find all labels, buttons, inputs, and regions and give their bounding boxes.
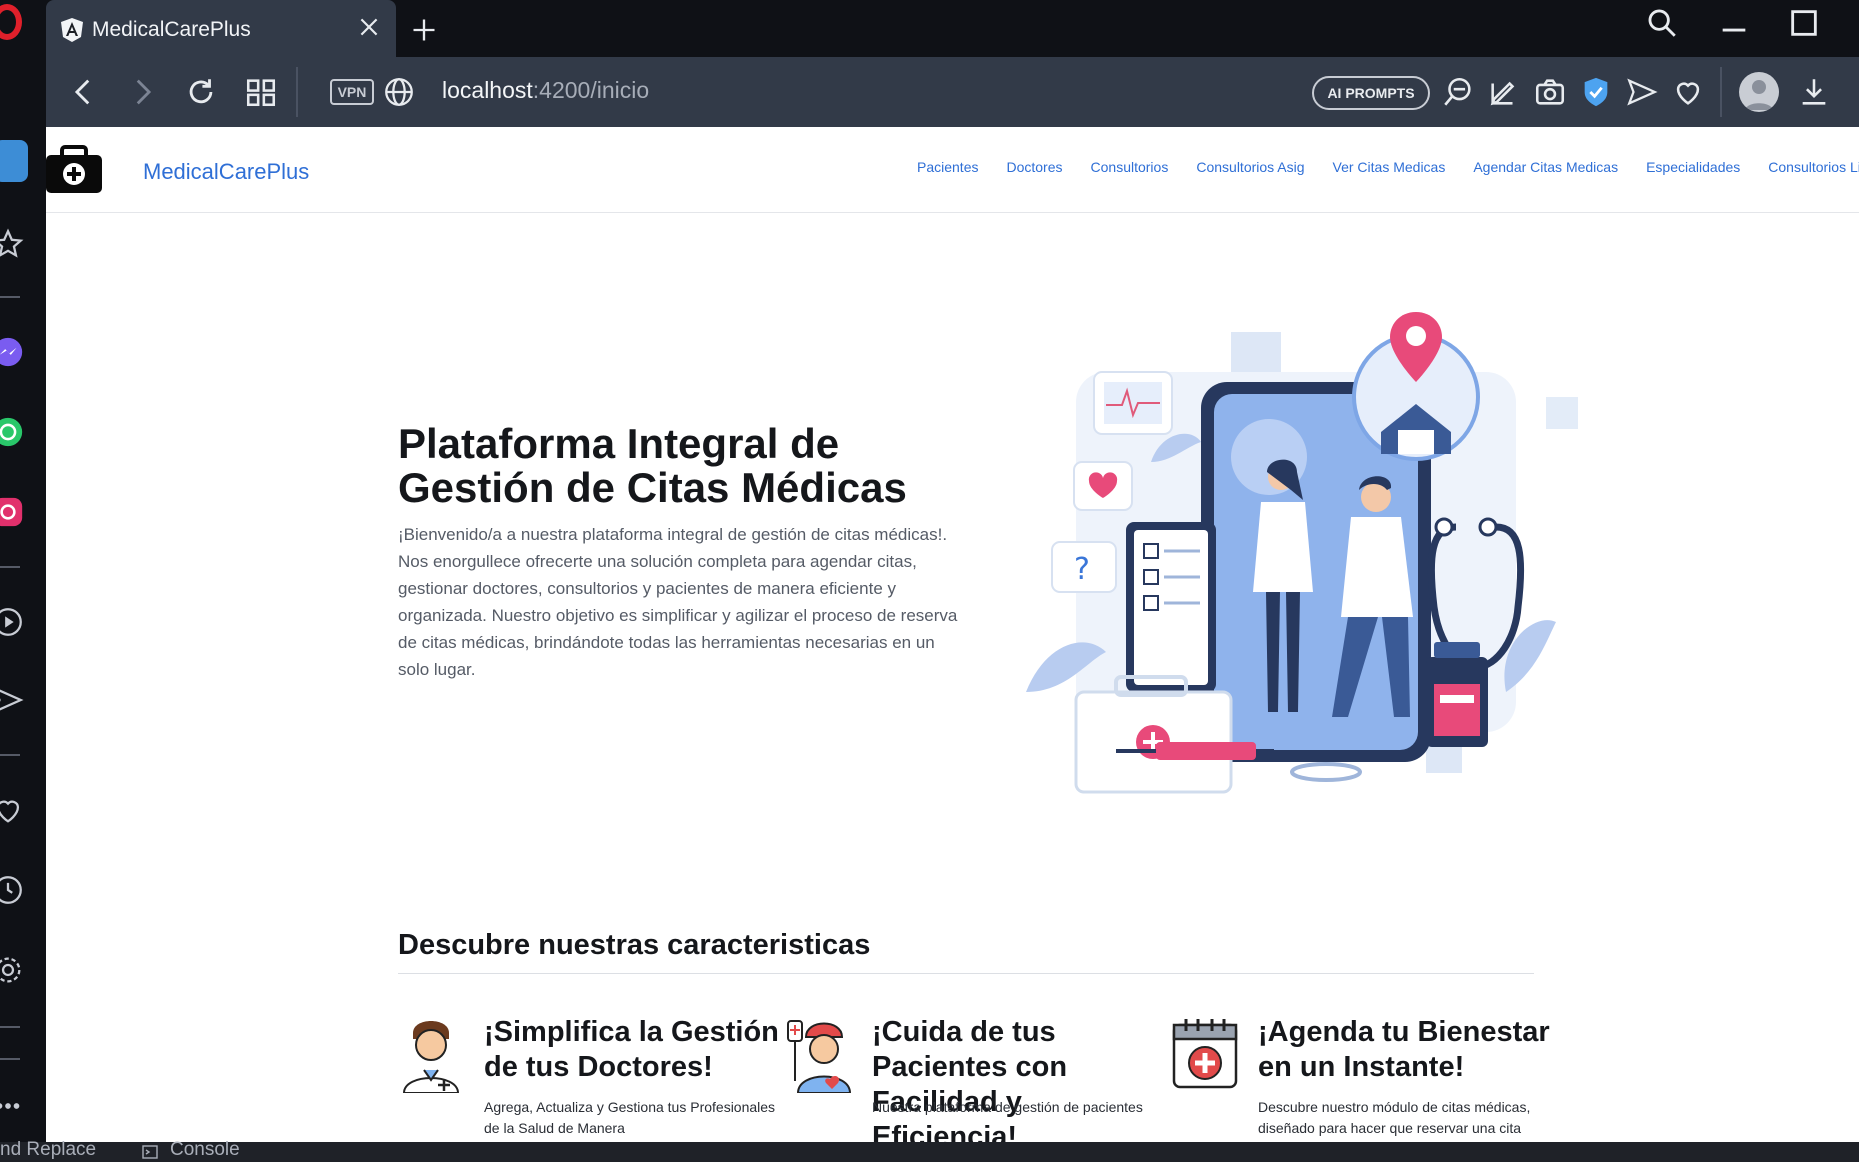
more-icon[interactable] bbox=[0, 1088, 26, 1124]
ai-prompts-button[interactable]: AI PROMPTS bbox=[1312, 76, 1430, 110]
patient-icon bbox=[787, 1020, 852, 1093]
new-tab-icon[interactable] bbox=[410, 16, 438, 44]
instagram-icon[interactable] bbox=[0, 494, 26, 530]
whatsapp-icon[interactable] bbox=[0, 414, 26, 450]
nav-menu: Pacientes Doctores Consultorios Consulto… bbox=[903, 151, 1859, 185]
back-icon[interactable] bbox=[67, 75, 101, 109]
tab-strip: MedicalCarePlus bbox=[46, 0, 1859, 57]
forward-icon[interactable] bbox=[125, 75, 159, 109]
history-icon[interactable] bbox=[0, 872, 26, 908]
gear-icon[interactable] bbox=[0, 952, 26, 988]
heart-icon[interactable] bbox=[1671, 75, 1705, 109]
tabs-grid-icon[interactable] bbox=[244, 75, 278, 109]
globe-icon[interactable] bbox=[382, 75, 416, 109]
section-divider bbox=[398, 973, 1534, 974]
web-page: MedicalCarePlus Pacientes Doctores Consu… bbox=[46, 127, 1859, 1142]
feature-title: ¡Simplifica la Gestión de tus Doctores! bbox=[484, 1016, 779, 1083]
browser-sidebar bbox=[0, 0, 46, 1142]
feature-title: ¡Agenda tu Bienestar en un Instante! bbox=[1258, 1016, 1550, 1083]
messenger-icon[interactable] bbox=[0, 334, 26, 370]
section-title: Descubre nuestras caracteristicas bbox=[398, 929, 871, 961]
feature-text: Descubre nuestro módulo de citas médicas… bbox=[1258, 1099, 1531, 1136]
site-navbar: MedicalCarePlus Pacientes Doctores Consu… bbox=[46, 127, 1859, 213]
opera-logo[interactable] bbox=[0, 4, 22, 40]
url-path: :4200/inicio bbox=[532, 77, 650, 103]
nav-link-especialidades[interactable]: Especialidades bbox=[1632, 151, 1754, 185]
medical-bag-icon[interactable] bbox=[46, 145, 102, 193]
download-icon[interactable] bbox=[1797, 75, 1831, 109]
camera-icon[interactable] bbox=[1533, 75, 1567, 109]
nav-link-consultorios-libres[interactable]: Consultorios Libr bbox=[1754, 151, 1859, 185]
edit-icon[interactable] bbox=[1487, 75, 1521, 109]
player-icon[interactable] bbox=[0, 604, 26, 640]
address-toolbar: VPN localhost:4200/inicio AI PROMPTS bbox=[46, 57, 1859, 127]
minimize-icon[interactable] bbox=[1717, 6, 1751, 40]
address-field[interactable]: localhost:4200/inicio bbox=[442, 77, 649, 104]
doctor-icon bbox=[402, 1021, 460, 1093]
url-host: localhost bbox=[442, 77, 533, 103]
feature-text: Agrega, Actualiza y Gestiona tus Profesi… bbox=[484, 1099, 776, 1136]
heart-icon[interactable] bbox=[0, 792, 26, 828]
star-icon[interactable] bbox=[0, 226, 26, 262]
svg-text:?: ? bbox=[1074, 552, 1090, 587]
maximize-icon[interactable] bbox=[1787, 6, 1821, 40]
shield-icon[interactable] bbox=[1579, 75, 1613, 109]
hero-title: Plataforma Integral de Gestión de Citas … bbox=[398, 420, 907, 511]
send-icon[interactable] bbox=[0, 682, 26, 718]
profile-avatar[interactable] bbox=[1739, 72, 1779, 112]
nav-link-consultorios-asig[interactable]: Consultorios Asig bbox=[1182, 151, 1318, 185]
send-icon[interactable] bbox=[1625, 75, 1659, 109]
devtools-console-tab[interactable]: Console bbox=[170, 1139, 240, 1161]
zoom-out-icon[interactable] bbox=[1441, 75, 1475, 109]
nav-link-pacientes[interactable]: Pacientes bbox=[903, 151, 992, 185]
nav-link-consultorios[interactable]: Consultorios bbox=[1077, 151, 1183, 185]
tab-title: MedicalCarePlus bbox=[92, 18, 251, 41]
vpn-badge[interactable]: VPN bbox=[330, 79, 374, 105]
medical-app-illustration: ? bbox=[1026, 312, 1578, 794]
nav-link-agendar-citas[interactable]: Agendar Citas Medicas bbox=[1459, 151, 1632, 185]
reload-icon[interactable] bbox=[184, 75, 218, 109]
feature-text: Nuestra plataforma de gestión de pacient… bbox=[872, 1099, 1143, 1115]
devtools-replace-tab[interactable]: nd Replace bbox=[0, 1139, 96, 1161]
calendar-icon bbox=[1172, 1019, 1238, 1089]
devtools-bar: nd Replace Console bbox=[0, 1139, 1859, 1162]
nav-link-doctores[interactable]: Doctores bbox=[992, 151, 1076, 185]
nav-link-ver-citas[interactable]: Ver Citas Medicas bbox=[1319, 151, 1460, 185]
tab-active[interactable]: MedicalCarePlus bbox=[46, 0, 396, 57]
angular-favicon-icon bbox=[61, 18, 83, 42]
hero-text: ¡Bienvenido/a a nuestra plataforma integ… bbox=[398, 525, 958, 679]
console-icon bbox=[142, 1145, 158, 1159]
feature-title: ¡Cuida de tus Pacientes con Facilidad y … bbox=[872, 1016, 1068, 1142]
search-icon[interactable] bbox=[1645, 6, 1679, 40]
brand-name[interactable]: MedicalCarePlus bbox=[143, 159, 309, 185]
sidebar-home-button[interactable] bbox=[0, 140, 28, 182]
close-icon[interactable] bbox=[356, 14, 382, 40]
